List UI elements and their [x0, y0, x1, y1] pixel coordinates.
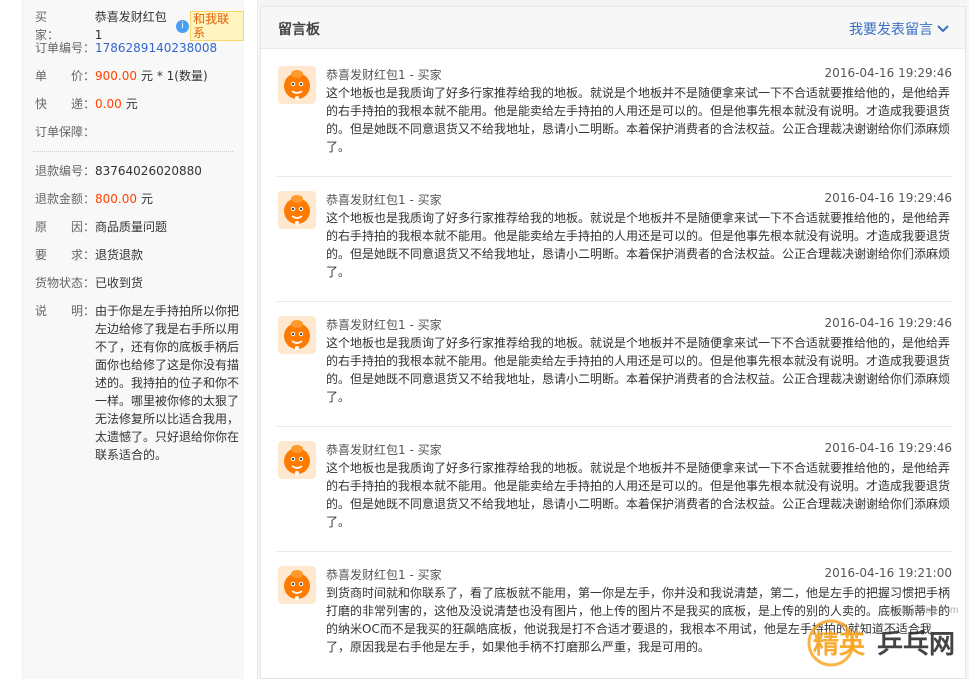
- goods-status-label: 货物状态：: [35, 276, 96, 290]
- refund-no-label: 退款编号：: [35, 164, 96, 178]
- order-no-row: 订单编号： 1786289140238008: [35, 39, 217, 57]
- message-author: 恭喜发财红包1 - 买家: [326, 68, 442, 82]
- message-divider: [276, 176, 952, 177]
- message-meta: 恭喜发财红包1 - 买家 2016-04-16 19:29:46: [326, 441, 952, 459]
- message-author: 恭喜发财红包1 - 买家: [326, 443, 442, 457]
- message-meta: 恭喜发财红包1 - 买家 2016-04-16 19:29:46: [326, 66, 952, 84]
- shipping-suffix: 元: [125, 97, 138, 111]
- shipping-value: 0.00: [95, 97, 122, 111]
- price-label: 单 价：: [35, 69, 96, 83]
- refund-amount-row: 退款金额： 800.00 元: [35, 190, 153, 208]
- goods-status-value: 已收到货: [95, 276, 144, 290]
- avatar: [278, 191, 316, 229]
- refund-no-row: 退款编号： 83764026020880: [35, 162, 202, 180]
- price-row: 单 价： 900.00 元 * 1(数量): [35, 67, 208, 85]
- shipping-label: 快 递：: [35, 97, 96, 111]
- message-author: 恭喜发财红包1 - 买家: [326, 193, 442, 207]
- message-time: 2016-04-16 19:29:46: [824, 441, 952, 455]
- refund-amount-label: 退款金额：: [35, 192, 96, 206]
- message-body: 这个地板也是我质询了好多行家推荐给我的地板。就说是个地板并不是随便拿来试一下不合…: [326, 86, 951, 154]
- message-meta: 恭喜发财红包1 - 买家 2016-04-16 19:29:46: [326, 191, 952, 209]
- description-text: 由于你是左手持拍所以你把左边给修了我是右手所以用不了，还有你的底板手柄后面你也给…: [95, 304, 240, 462]
- guarantee-row: 订单保障：: [35, 123, 95, 141]
- description-label: 说 明：: [35, 304, 96, 318]
- reason-row: 原 因： 商品质量问题: [35, 218, 167, 236]
- avatar: [278, 441, 316, 479]
- description-row: 说 明： 由于你是左手持拍所以你把左边给修了我是右手所以用不了，还有你的底板手柄…: [35, 302, 243, 464]
- divider: [33, 151, 233, 152]
- contact-button[interactable]: 和我联系: [190, 11, 244, 41]
- message-time: 2016-04-16 19:21:00: [824, 566, 952, 580]
- goods-status-row: 货物状态： 已收到货: [35, 274, 143, 292]
- message-author: 恭喜发财红包1 - 买家: [326, 318, 442, 332]
- refund-amount-value: 800.00: [95, 192, 137, 206]
- message-author: 恭喜发财红包1 - 买家: [326, 568, 442, 582]
- message-time: 2016-04-16 19:29:46: [824, 191, 952, 205]
- post-message-button[interactable]: 我要发表留言: [849, 19, 949, 39]
- info-icon[interactable]: i: [176, 19, 190, 33]
- message-body: 这个地板也是我质询了好多行家推荐给我的地板。就说是个地板并不是随便拿来试一下不合…: [326, 461, 951, 529]
- message-body: 这个地板也是我质询了好多行家推荐给我的地板。就说是个地板并不是随便拿来试一下不合…: [326, 211, 951, 279]
- watermark-text-b: 乒乓网: [877, 630, 955, 660]
- site-watermark: cnpingpang.com 精英 乒乓网: [807, 605, 958, 667]
- message-divider: [276, 551, 952, 552]
- avatar: [278, 316, 316, 354]
- request-row: 要 求： 退货退款: [35, 246, 143, 264]
- message-board-header: 留言板 我要发表留言: [261, 7, 965, 49]
- chevron-down-icon[interactable]: [937, 25, 949, 33]
- order-info-sidebar: 买 家： 恭喜发财红包1 i 和我联系 订单编号： 17862891402380…: [0, 0, 258, 679]
- reason-value: 商品质量问题: [95, 220, 168, 234]
- message-time: 2016-04-16 19:29:46: [824, 66, 952, 80]
- watermark-text-a: 精英: [813, 630, 866, 660]
- message-body: 这个地板也是我质询了好多行家推荐给我的地板。就说是个地板并不是随便拿来试一下不合…: [326, 336, 951, 404]
- message-board-area: 留言板 我要发表留言 恭喜发财红包1 - 买家 2016-04-16 19:29…: [258, 0, 969, 679]
- message-divider: [276, 426, 952, 427]
- post-message-label[interactable]: 我要发表留言: [849, 19, 933, 39]
- request-value: 退货退款: [95, 248, 144, 262]
- message-time: 2016-04-16 19:29:46: [824, 316, 952, 330]
- order-info-panel: 买 家： 恭喜发财红包1 i 和我联系 订单编号： 17862891402380…: [22, 0, 244, 679]
- order-no-label: 订单编号：: [35, 41, 96, 55]
- refund-no-value: 83764026020880: [95, 164, 202, 178]
- price-suffix: 元 * 1(数量): [141, 69, 208, 83]
- message-meta: 恭喜发财红包1 - 买家 2016-04-16 19:29:46: [326, 316, 952, 334]
- shipping-row: 快 递： 0.00 元: [35, 95, 138, 113]
- reason-label: 原 因：: [35, 220, 96, 234]
- watermark-site: cnpingpang.com: [885, 605, 958, 616]
- price-value: 900.00: [95, 69, 137, 83]
- message-meta: 恭喜发财红包1 - 买家 2016-04-16 19:21:00: [326, 566, 952, 584]
- avatar: [278, 566, 316, 604]
- guarantee-label: 订单保障：: [35, 125, 96, 139]
- refund-amount-suffix: 元: [141, 192, 154, 206]
- avatar: [278, 66, 316, 104]
- order-no-link[interactable]: 1786289140238008: [95, 39, 217, 57]
- message-divider: [276, 301, 952, 302]
- request-label: 要 求：: [35, 248, 96, 262]
- message-board-title: 留言板: [278, 22, 320, 38]
